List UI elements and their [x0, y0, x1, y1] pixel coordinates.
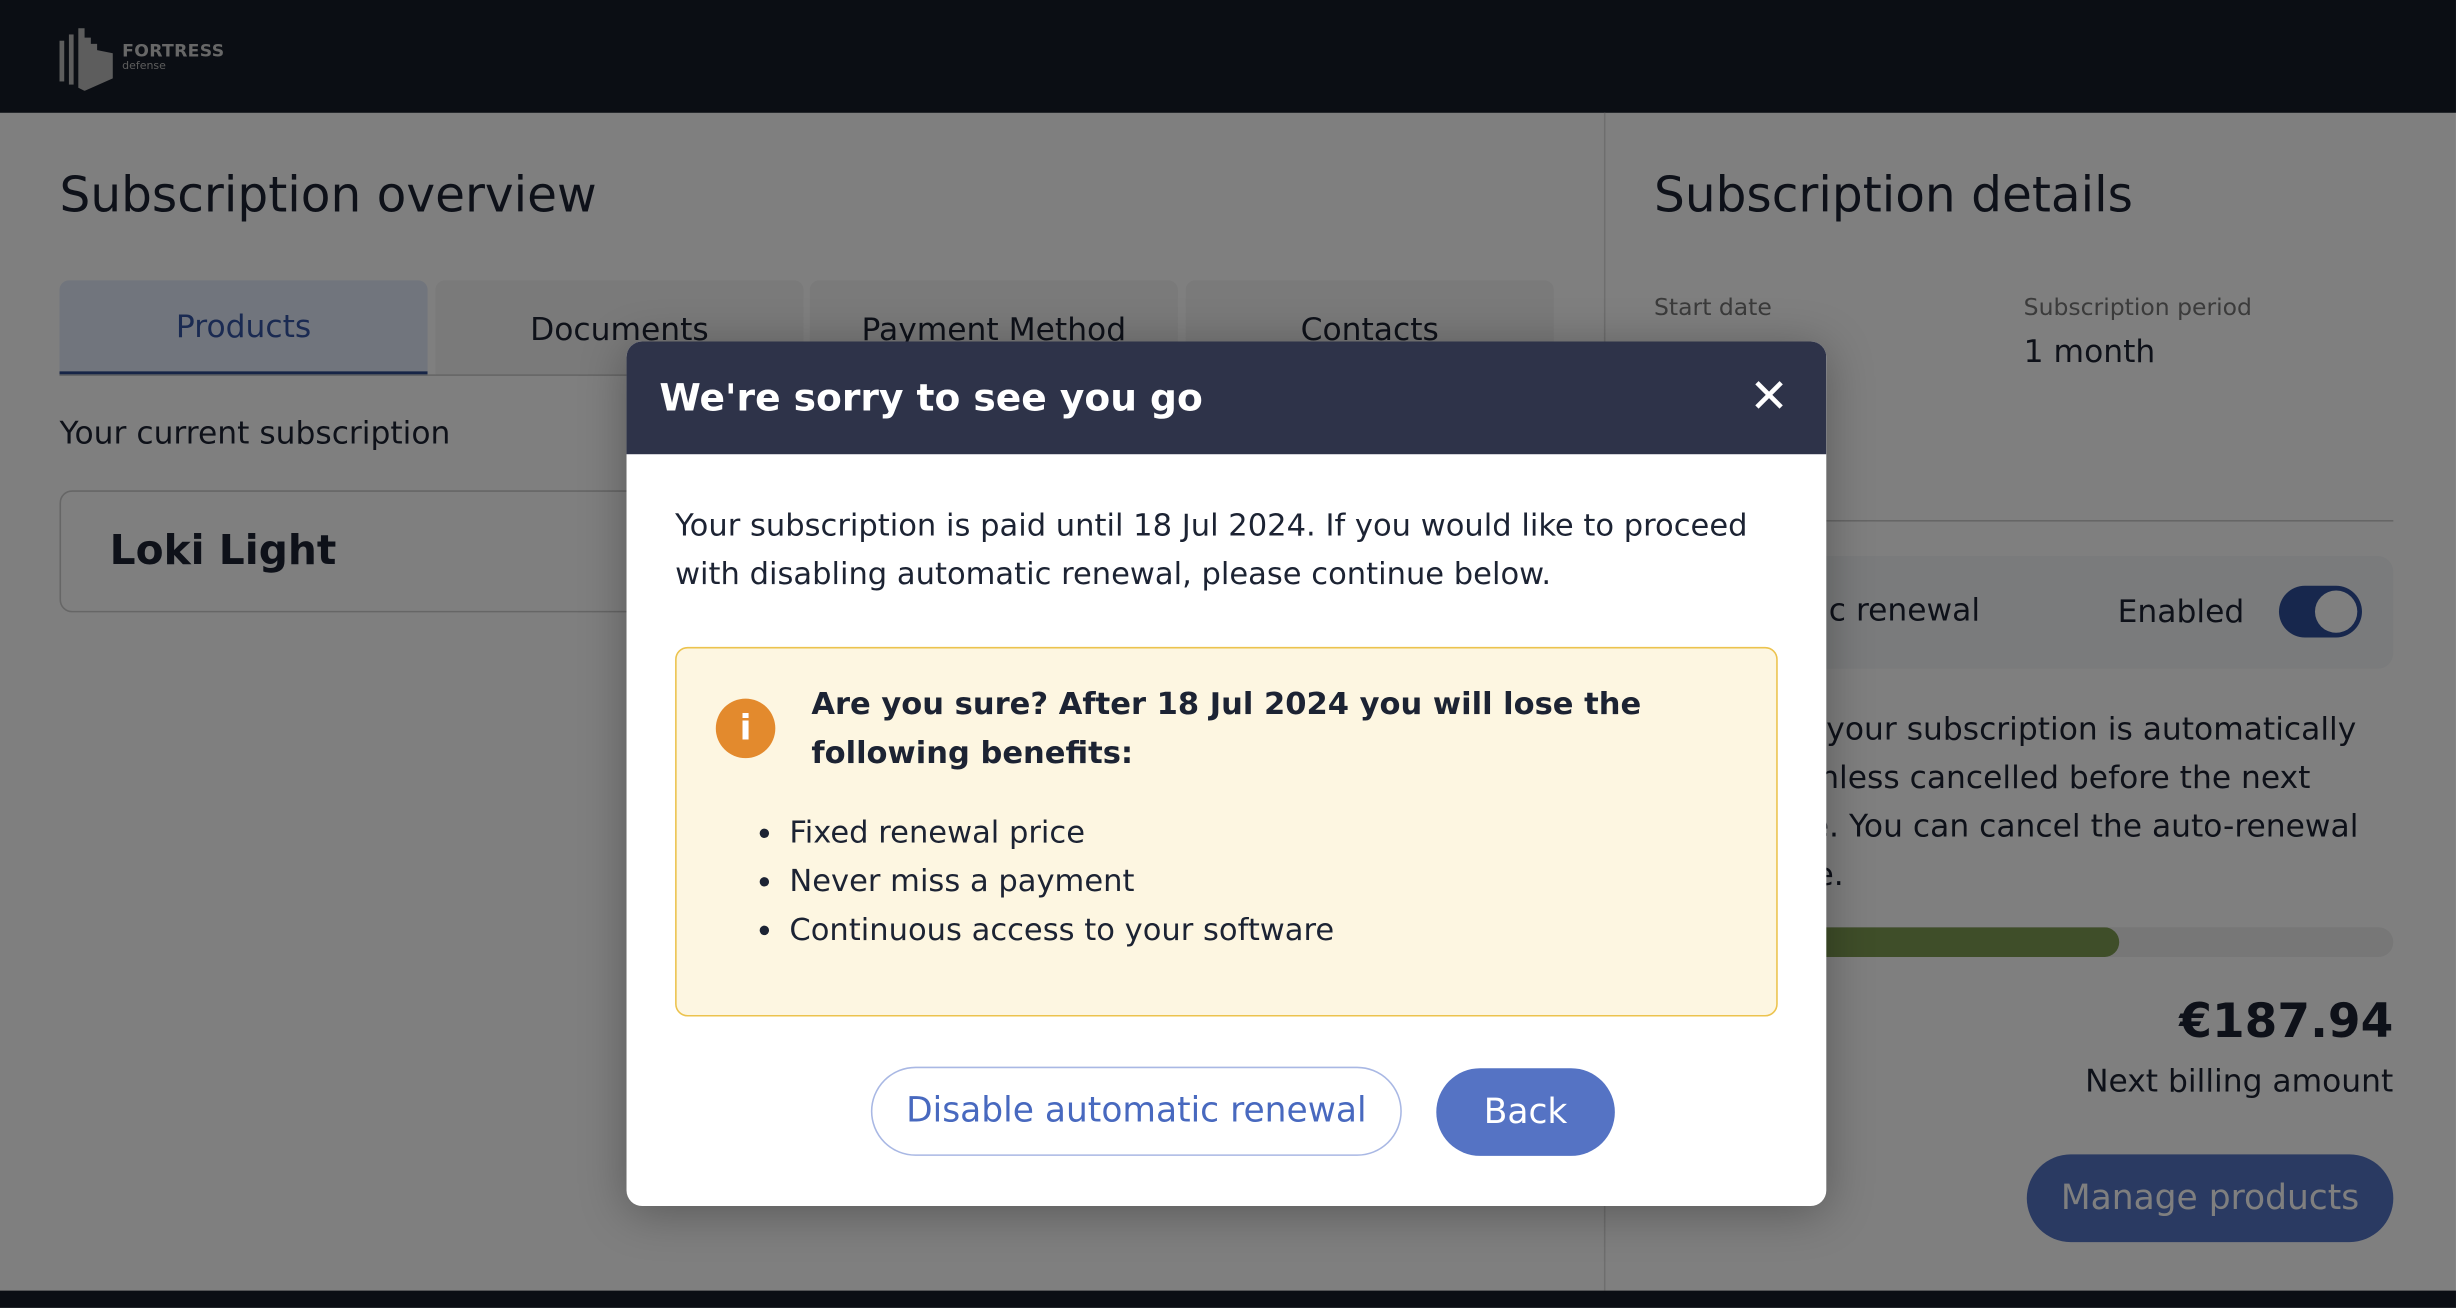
- benefits-list: Fixed renewal price Never miss a payment…: [789, 808, 1334, 954]
- benefit-item: Never miss a payment: [789, 857, 1334, 906]
- modal-header: We're sorry to see you go ✕: [626, 341, 1827, 455]
- page: FORTRESS defense Subscription overview P…: [0, 0, 2456, 1308]
- warning-box: i Are you sure? After 18 Jul 2024 you wi…: [675, 646, 1778, 1017]
- warning-title: Are you sure? After 18 Jul 2024 you will…: [811, 686, 1642, 771]
- modal-message: Your subscription is paid until 18 Jul 2…: [675, 507, 1748, 593]
- disable-renewal-button[interactable]: Disable automatic renewal: [870, 1066, 1402, 1156]
- benefit-item: Continuous access to your software: [789, 905, 1334, 954]
- modal-title: We're sorry to see you go: [659, 375, 1203, 420]
- close-icon[interactable]: ✕: [1749, 374, 1788, 421]
- cancel-renewal-modal: We're sorry to see you go ✕ Your subscri…: [626, 341, 1827, 1207]
- benefit-item: Fixed renewal price: [789, 808, 1334, 857]
- back-button[interactable]: Back: [1436, 1068, 1615, 1156]
- info-icon: i: [715, 698, 776, 759]
